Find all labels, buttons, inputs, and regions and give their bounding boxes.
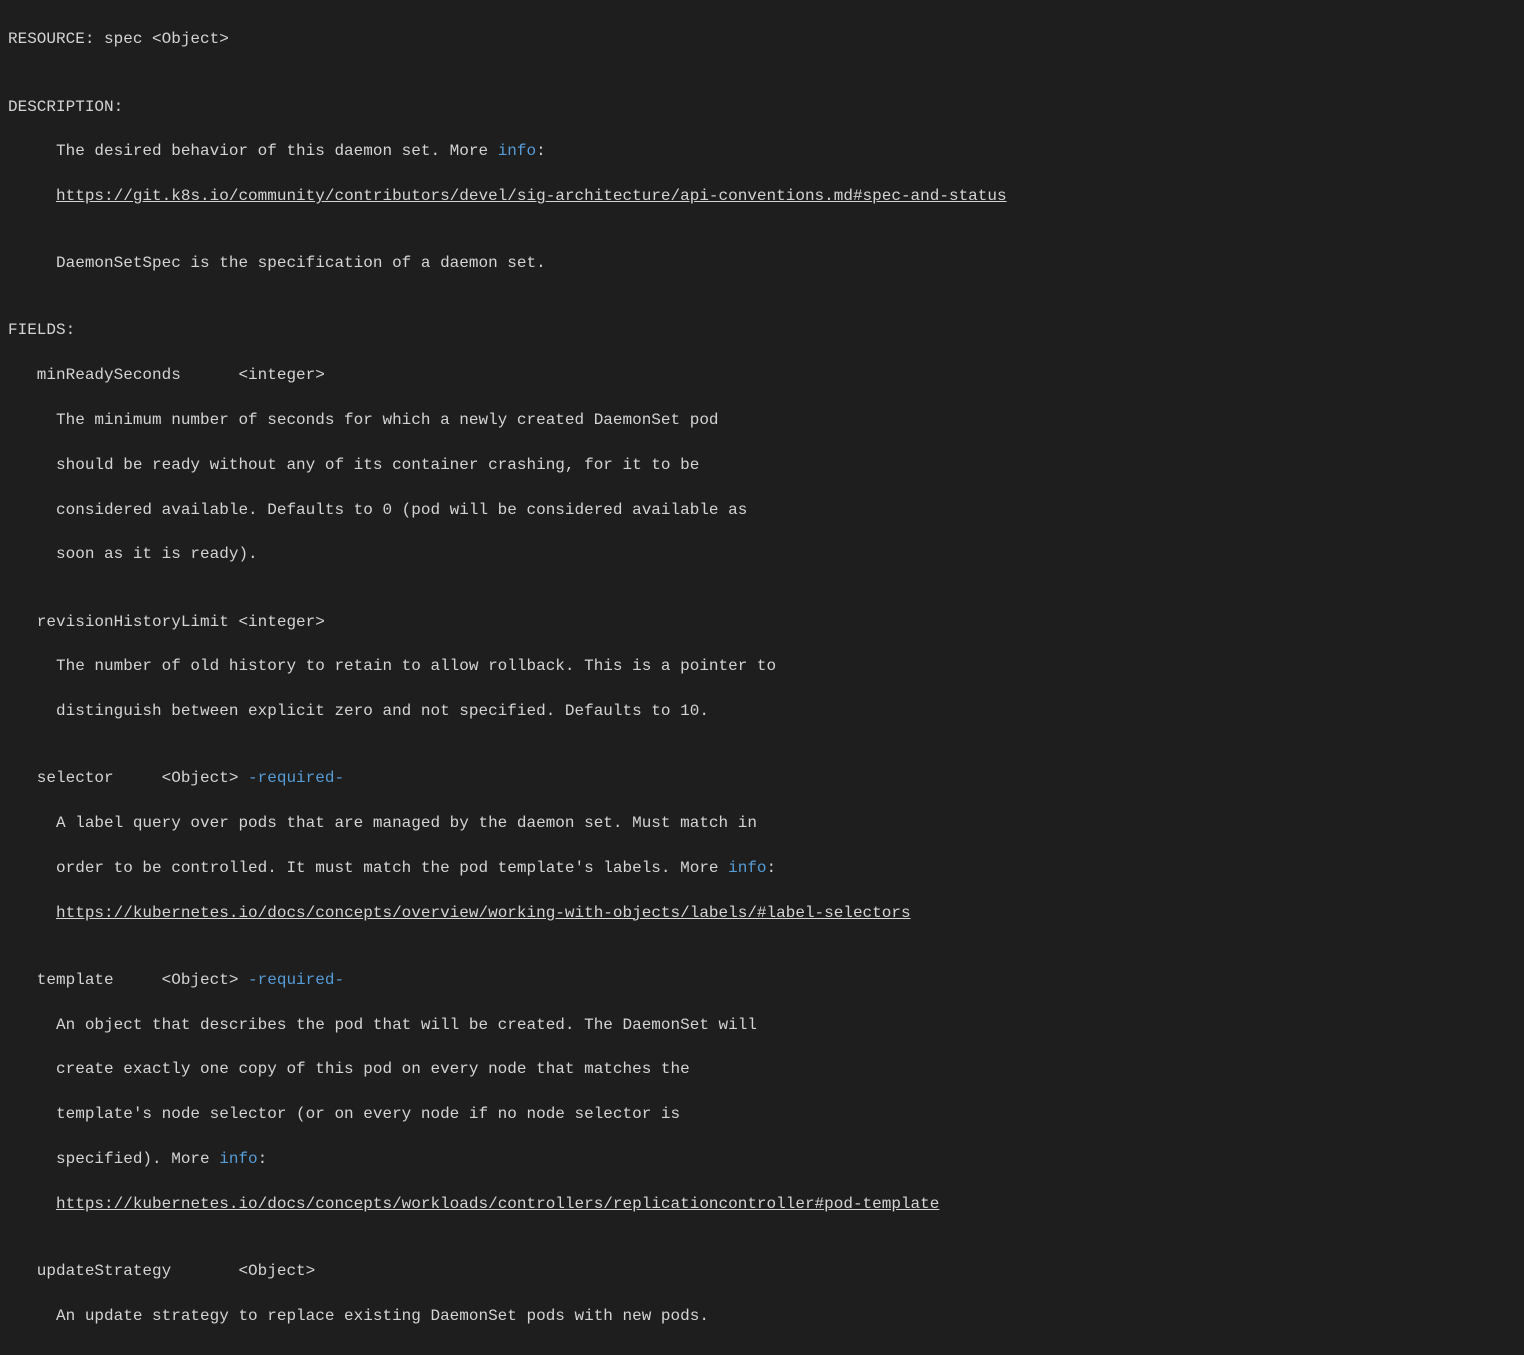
info-keyword: info [219, 1150, 257, 1168]
terminal-output: RESOURCE: spec <Object> DESCRIPTION: The… [0, 0, 1524, 1355]
field-selector-desc: A label query over pods that are managed… [8, 812, 1516, 834]
info-keyword: info [728, 859, 766, 877]
text: specified). More [8, 1150, 219, 1168]
resource-line: RESOURCE: spec <Object> [8, 28, 1516, 50]
field-selector-link-line: https://kubernetes.io/docs/concepts/over… [8, 902, 1516, 924]
required-keyword: -required- [248, 971, 344, 989]
field-minreadyseconds: minReadySeconds <integer> [8, 364, 1516, 386]
field-template-link-line: https://kubernetes.io/docs/concepts/work… [8, 1193, 1516, 1215]
text: : [258, 1150, 268, 1168]
field-minreadyseconds-desc: The minimum number of seconds for which … [8, 409, 1516, 431]
field-template-desc: template's node selector (or on every no… [8, 1103, 1516, 1125]
info-keyword: info [498, 142, 536, 160]
description-link-line: https://git.k8s.io/community/contributor… [8, 185, 1516, 207]
text: The desired behavior of this daemon set.… [8, 142, 498, 160]
description-line-2: DaemonSetSpec is the specification of a … [8, 252, 1516, 274]
label-selectors-link[interactable]: https://kubernetes.io/docs/concepts/over… [56, 904, 911, 922]
field-template: template <Object> -required- [8, 969, 1516, 991]
description-header: DESCRIPTION: [8, 96, 1516, 118]
field-minreadyseconds-desc: should be ready without any of its conta… [8, 454, 1516, 476]
indent [8, 1195, 56, 1213]
text: selector <Object> [8, 769, 248, 787]
field-revisionhistorylimit-desc: distinguish between explicit zero and no… [8, 700, 1516, 722]
field-template-desc: specified). More info: [8, 1148, 1516, 1170]
pod-template-link[interactable]: https://kubernetes.io/docs/concepts/work… [56, 1195, 939, 1213]
field-minreadyseconds-desc: considered available. Defaults to 0 (pod… [8, 499, 1516, 521]
text: template <Object> [8, 971, 248, 989]
field-template-desc: An object that describes the pod that wi… [8, 1014, 1516, 1036]
field-updatestrategy: updateStrategy <Object> [8, 1260, 1516, 1282]
required-keyword: -required- [248, 769, 344, 787]
field-revisionhistorylimit: revisionHistoryLimit <integer> [8, 611, 1516, 633]
indent [8, 904, 56, 922]
text: : [536, 142, 546, 160]
indent [8, 187, 56, 205]
text: : [767, 859, 777, 877]
field-minreadyseconds-desc: soon as it is ready). [8, 543, 1516, 565]
fields-header: FIELDS: [8, 319, 1516, 341]
field-template-desc: create exactly one copy of this pod on e… [8, 1058, 1516, 1080]
field-revisionhistorylimit-desc: The number of old history to retain to a… [8, 655, 1516, 677]
field-selector: selector <Object> -required- [8, 767, 1516, 789]
text: order to be controlled. It must match th… [8, 859, 728, 877]
field-selector-desc: order to be controlled. It must match th… [8, 857, 1516, 879]
spec-status-link[interactable]: https://git.k8s.io/community/contributor… [56, 187, 1007, 205]
description-line-1: The desired behavior of this daemon set.… [8, 140, 1516, 162]
field-updatestrategy-desc: An update strategy to replace existing D… [8, 1305, 1516, 1327]
